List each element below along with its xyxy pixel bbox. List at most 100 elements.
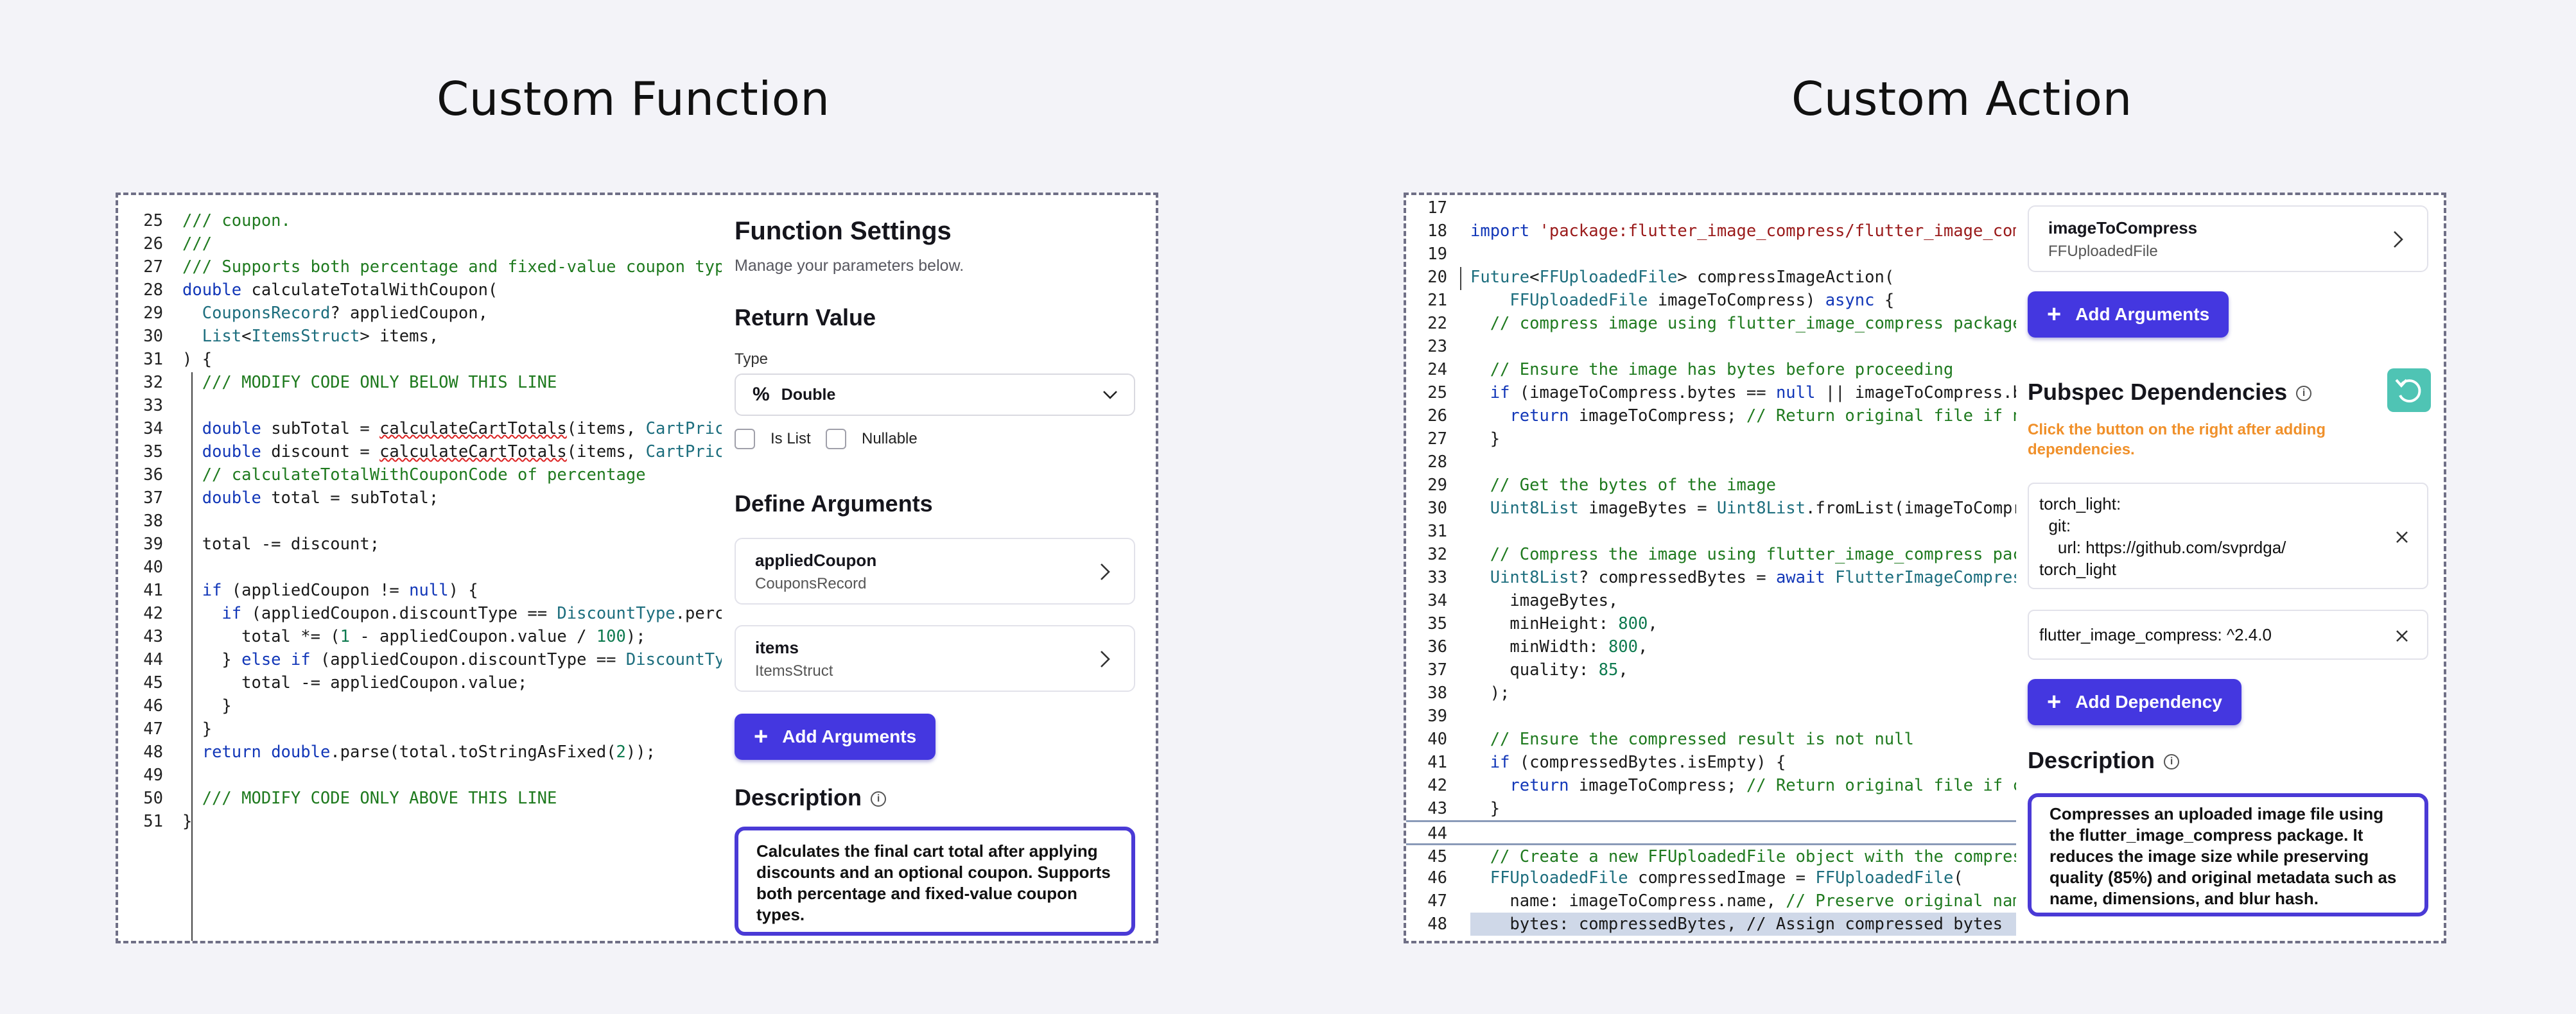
code-line[interactable]: 32 /// MODIFY CODE ONLY BELOW THIS LINE (118, 371, 722, 394)
line-number: 44 (143, 650, 163, 669)
custom-function-frame: 25 /// coupon. 26 /// 27 /// Supports both pe… (116, 193, 1158, 943)
argument-card-items[interactable]: items ItemsStruct (735, 625, 1135, 692)
code-line[interactable]: 25 if (imageToCompress.bytes == null || … (1406, 381, 2016, 404)
argument-type: ItemsStruct (755, 662, 833, 680)
code-line[interactable]: 36 // calculateTotalWithCouponCode of pe… (118, 463, 722, 486)
code-line[interactable]: 44 } else if (appliedCoupon.discountType… (118, 648, 722, 671)
code-line[interactable]: 48 bytes: compressedBytes, // Assign com… (1406, 913, 2016, 936)
code-line[interactable]: 42 return imageToCompress; // Return ori… (1406, 774, 2016, 797)
code-line[interactable]: 29 CouponsRecord? appliedCoupon, (118, 302, 722, 325)
function-settings-panel: Function Settings Manage your parameters… (735, 195, 1156, 941)
code-line[interactable]: 47 name: imageToCompress.name, // Preser… (1406, 889, 2016, 913)
code-token: imageToCompress; (1569, 406, 1746, 425)
code-line[interactable]: 40 // Ensure the compressed result is no… (1406, 728, 2016, 751)
code-line[interactable]: 38 (118, 510, 722, 533)
add-dependency-button[interactable]: + Add Dependency (2028, 679, 2241, 725)
code-line[interactable]: 27 /// Supports both percentage and fixed… (118, 255, 722, 279)
code-token: calculateCartTotals (379, 442, 567, 461)
code-line[interactable]: 44 (1406, 820, 2016, 843)
dependency-card-torch-light[interactable]: torch_light: git: url: https://github.co… (2028, 483, 2428, 589)
code-line[interactable]: 28 (1406, 451, 2016, 474)
code-line[interactable]: 19 (1406, 243, 2016, 266)
code-token: else if (241, 650, 311, 669)
argument-card-imagetocompress[interactable]: imageToCompress FFUploadedFile (2028, 205, 2428, 272)
code-line[interactable]: 34 double subTotal = calculateCartTotals… (118, 417, 722, 440)
code-line[interactable]: 37 double total = subTotal; (118, 486, 722, 510)
close-icon[interactable] (2394, 529, 2410, 546)
code-line[interactable]: 23 (1406, 335, 2016, 358)
code-line[interactable]: 18 import 'package:flutter_image_compress… (1406, 219, 2016, 243)
close-icon[interactable] (2394, 628, 2410, 644)
is-list-checkbox[interactable]: Is List (735, 429, 811, 449)
code-line[interactable]: 30 Uint8List imageBytes = Uint8List.from… (1406, 497, 2016, 520)
info-icon[interactable]: i (871, 791, 887, 807)
code-line[interactable]: 47 } (118, 718, 722, 741)
code-line[interactable]: 35 double discount = calculateCartTotals… (118, 440, 722, 463)
description-textarea[interactable]: Calculates the final cart total after ap… (735, 827, 1135, 936)
function-code-editor[interactable]: 25 /// coupon. 26 /// 27 /// Supports both pe… (118, 209, 722, 941)
code-line[interactable]: 29 // Get the bytes of the image (1406, 474, 2016, 497)
line-number: 40 (1427, 730, 1447, 749)
dependency-card-flutter-image-compress[interactable]: flutter_image_compress: ^2.4.0 (2028, 610, 2428, 660)
argument-type: FFUploadedFile (2048, 243, 2158, 260)
code-text: return imageToCompress; // Return origin… (1470, 404, 2016, 427)
code-line[interactable]: 51} (118, 810, 722, 833)
info-icon[interactable]: i (2164, 754, 2180, 770)
code-line[interactable]: 21 FFUploadedFile imageToCompress) async… (1406, 289, 2016, 312)
code-line[interactable]: 24 // Ensure the image has bytes before … (1406, 358, 2016, 381)
code-line[interactable]: 50 /// MODIFY CODE ONLY ABOVE THIS LINE (118, 787, 722, 810)
code-line[interactable]: 45 total -= appliedCoupon.value; (118, 671, 722, 694)
code-line[interactable]: 36 minWidth: 800, (1406, 635, 2016, 658)
code-line[interactable]: 22 // compress image using flutter_image… (1406, 312, 2016, 335)
description-textarea[interactable]: Compresses an uploaded image file using … (2028, 793, 2428, 916)
line-number: 38 (143, 511, 163, 531)
action-code-editor[interactable]: 17 18 import 'package:flutter_image_compre… (1406, 196, 2016, 941)
code-line[interactable]: 26 /// (118, 232, 722, 255)
code-line[interactable]: 39 (1406, 705, 2016, 728)
code-line[interactable]: 30 List<ItemsStruct> items, (118, 325, 722, 348)
line-number: 26 (143, 234, 163, 254)
code-line[interactable]: 28 double calculateTotalWithCoupon( (118, 279, 722, 302)
code-line[interactable]: 38 ); (1406, 682, 2016, 705)
code-token: } (182, 650, 242, 669)
add-arguments-label: Add Arguments (782, 726, 917, 746)
code-line[interactable]: 41 if (appliedCoupon != null) { (118, 579, 722, 602)
code-line[interactable]: 31) { (118, 348, 722, 371)
code-line[interactable]: 33 (118, 394, 722, 417)
line-number: 45 (1427, 847, 1447, 866)
code-line[interactable]: 43 total *= (1 - appliedCoupon.value / 1… (118, 625, 722, 648)
code-line[interactable]: 39 total -= discount; (118, 533, 722, 556)
add-arguments-button[interactable]: + Add Arguments (2028, 291, 2229, 338)
code-line[interactable]: 45 // Create a new FFUploadedFile object… (1406, 843, 2016, 866)
code-line[interactable]: 31 (1406, 520, 2016, 543)
code-line[interactable]: 37 quality: 85, (1406, 658, 2016, 682)
code-line[interactable]: 43 } (1406, 797, 2016, 820)
add-arguments-button[interactable]: + Add Arguments (735, 714, 936, 760)
code-line[interactable]: 46 } (118, 694, 722, 718)
code-line[interactable]: 34 imageBytes, (1406, 589, 2016, 612)
code-line[interactable]: 25 /// coupon. (118, 209, 722, 232)
nullable-checkbox[interactable]: Nullable (826, 429, 918, 449)
code-line[interactable]: 46 FFUploadedFile compressedImage = FFUp… (1406, 866, 2016, 889)
code-line[interactable]: 27 } (1406, 427, 2016, 451)
code-line[interactable]: 26 return imageToCompress; // Return ori… (1406, 404, 2016, 427)
code-line[interactable]: 20 Future<FFUploadedFile> compressImageAc… (1406, 266, 2016, 289)
line-number: 47 (143, 719, 163, 739)
code-line[interactable]: 42 if (appliedCoupon.discountType == Dis… (118, 602, 722, 625)
code-token: 85 (1598, 660, 1619, 680)
code-line[interactable]: 40 (118, 556, 722, 579)
code-line[interactable]: 17 (1406, 196, 2016, 219)
code-line[interactable]: 32 // Compress the image using flutter_i… (1406, 543, 2016, 566)
type-select[interactable]: % Double (735, 374, 1135, 416)
code-line[interactable]: 48 return double.parse(total.toStringAsF… (118, 741, 722, 764)
argument-card-appliedcoupon[interactable]: appliedCoupon CouponsRecord (735, 538, 1135, 605)
code-line[interactable]: 33 Uint8List? compressedBytes = await Fl… (1406, 566, 2016, 589)
refresh-dependencies-button[interactable] (2387, 368, 2431, 412)
code-token: || imageToCompress.bytes (1825, 383, 2016, 402)
code-token: FFUploadedFile (1510, 291, 1648, 310)
code-line[interactable]: 49 (118, 764, 722, 787)
info-icon[interactable]: i (2296, 386, 2312, 402)
line-number: 41 (143, 581, 163, 600)
code-line[interactable]: 41 if (compressedBytes.isEmpty) { (1406, 751, 2016, 774)
code-line[interactable]: 35 minHeight: 800, (1406, 612, 2016, 635)
